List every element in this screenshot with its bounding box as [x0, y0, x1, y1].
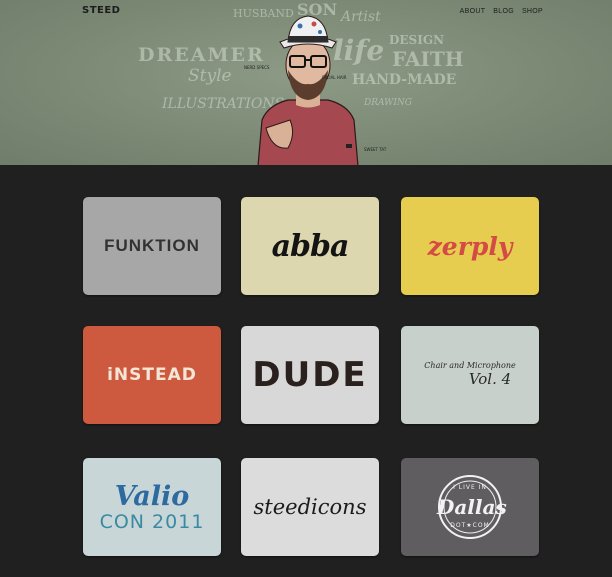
hero-word-faith: FAITH — [392, 47, 464, 71]
chair-microphone-volume: Vol. 4 — [468, 370, 512, 389]
note-nerd-specs: NERD SPECS — [244, 65, 270, 70]
valio-con-logo: Valio CON 2011 — [100, 483, 205, 532]
instead-logo-text: iNSTEAD — [107, 365, 197, 385]
hero-word-style: Style — [188, 66, 232, 86]
portfolio-tile-dude[interactable]: DUDE — [241, 326, 379, 424]
hero-word-dreamer: DREAMER — [138, 44, 265, 66]
dallas-badge-main-text: Dallas — [437, 495, 507, 519]
dallas-badge-bottom-text: DOT★COM — [450, 522, 490, 529]
valio-con-year: CON 2011 — [99, 510, 205, 533]
funktion-logo-text: FUNKTION — [104, 236, 200, 255]
chair-microphone-logo: Chair and Microphone Vol. 4 — [424, 362, 515, 389]
portfolio-tile-abba[interactable]: abba — [241, 197, 379, 295]
nav-blog[interactable]: BLOG — [493, 8, 514, 15]
portfolio-tile-zerply[interactable]: zerply — [401, 197, 539, 295]
dallas-badge-top-text: I LIVE IN — [453, 484, 487, 491]
portfolio-tile-chair-microphone[interactable]: Chair and Microphone Vol. 4 — [401, 326, 539, 424]
dallas-badge-logo: I LIVE IN Dallas DOT★COM — [437, 474, 507, 540]
steedicons-logo-text: steedicons — [253, 495, 367, 519]
dude-logo-text: DUDE — [252, 355, 368, 395]
site-logo[interactable]: STEED — [82, 5, 121, 16]
portfolio-tile-dallas[interactable]: I LIVE IN Dallas DOT★COM — [401, 458, 539, 556]
main-nav: ABOUT BLOG SHOP — [460, 8, 543, 15]
hero-word-drawing: DRAWING — [364, 98, 412, 108]
valio-logo-text: Valio — [114, 480, 190, 512]
nav-about[interactable]: ABOUT — [460, 8, 486, 15]
note-facial-hair: FACIAL HAIR — [322, 75, 347, 80]
nav-shop[interactable]: SHOP — [522, 8, 543, 15]
portrait-illustration — [257, 15, 359, 165]
portfolio-tile-valio-con[interactable]: Valio CON 2011 — [83, 458, 221, 556]
abba-logo-text: abba — [271, 228, 350, 264]
portfolio-grid: FUNKTION abba zerply iNSTEAD DUDE Chair … — [0, 165, 612, 577]
hero-banner: STEED ABOUT BLOG SHOP HUSBAND SON Artist… — [0, 0, 612, 165]
note-sweet-tat: SWEET TAT — [364, 147, 387, 152]
portfolio-tile-instead[interactable]: iNSTEAD — [83, 326, 221, 424]
zerply-logo-text: zerply — [427, 231, 513, 261]
hero-word-design: DESIGN — [389, 33, 445, 47]
portfolio-tile-steedicons[interactable]: steedicons — [241, 458, 379, 556]
portfolio-tile-funktion[interactable]: FUNKTION — [83, 197, 221, 295]
